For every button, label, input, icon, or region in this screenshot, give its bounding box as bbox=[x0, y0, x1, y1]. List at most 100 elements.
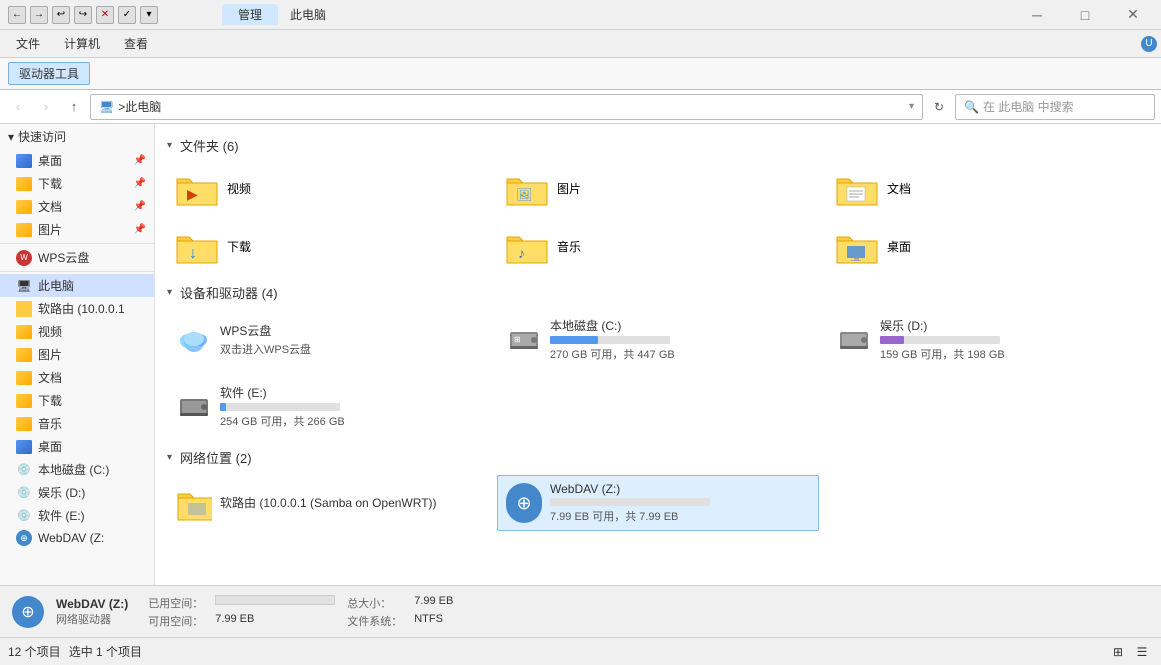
sidebar-item-label: 娱乐 (D:) bbox=[38, 484, 85, 501]
search-box[interactable]: 🔍 在 此电脑 中搜索 bbox=[955, 94, 1155, 120]
videos-icon bbox=[16, 325, 32, 339]
disk-d-icon: 💿 bbox=[16, 485, 32, 501]
active-tab[interactable]: 管理 bbox=[222, 4, 278, 25]
sidebar-item-downloads[interactable]: 下载 📌 bbox=[0, 172, 154, 195]
nav-back-button[interactable]: ‹ bbox=[6, 95, 30, 119]
svg-text:♪: ♪ bbox=[518, 245, 525, 261]
search-placeholder: 在 此电脑 中搜索 bbox=[983, 98, 1074, 115]
folder-desktop-icon bbox=[835, 227, 879, 265]
grid-view-button[interactable]: ⊞ bbox=[1107, 641, 1129, 663]
devices-title: 设备和驱动器 (4) bbox=[180, 283, 278, 302]
network-item-router[interactable]: 软路由 (10.0.0.1 (Samba on OpenWRT)) bbox=[167, 475, 489, 531]
folders-grid: ▶ 视频 🖼 图片 bbox=[167, 163, 1149, 271]
free-label: 可用空间： bbox=[148, 613, 203, 629]
user-icon: U bbox=[1141, 36, 1157, 52]
sidebar-item-c[interactable]: 💿 本地磁盘 (C:) bbox=[0, 458, 154, 481]
devices-chevron[interactable]: ▾ bbox=[167, 287, 172, 298]
drive-size: 254 GB 可用，共 266 GB bbox=[220, 413, 480, 429]
ribbon: 驱动器工具 bbox=[0, 58, 1161, 90]
folder-item-desktop[interactable]: 桌面 bbox=[827, 221, 1149, 271]
folder-item-video[interactable]: ▶ 视频 bbox=[167, 163, 489, 213]
folder-item-docs[interactable]: 文档 bbox=[827, 163, 1149, 213]
menu-view[interactable]: 查看 bbox=[112, 33, 160, 54]
sidebar-item-docs[interactable]: 文档 📌 bbox=[0, 195, 154, 218]
address-box[interactable]: 🖥 > 此电脑 ▾ bbox=[90, 94, 923, 120]
infobar: ⊕ WebDAV (Z:) 网络驱动器 已用空间： 总大小： 7.99 EB 可… bbox=[0, 585, 1161, 637]
sidebar-separator2 bbox=[0, 271, 154, 272]
nav-up-button[interactable]: ↑ bbox=[62, 95, 86, 119]
sidebar-item-pictures[interactable]: 图片 📌 bbox=[0, 218, 154, 241]
drive-item-c[interactable]: ⊞ 本地磁盘 (C:) 270 GB 可用，共 447 GB bbox=[497, 310, 819, 369]
folder-item-download[interactable]: ↓ 下载 bbox=[167, 221, 489, 271]
drive-name: WPS云盘 bbox=[220, 322, 480, 339]
sidebar-item-videos[interactable]: 视频 bbox=[0, 320, 154, 343]
close-button[interactable]: ✕ bbox=[1113, 1, 1153, 29]
infobar-bar-container bbox=[215, 595, 335, 605]
close-icon[interactable]: ✕ bbox=[96, 6, 114, 24]
sidebar-item-desktop[interactable]: 桌面 📌 bbox=[0, 149, 154, 172]
sidebar-item-label: 下载 bbox=[38, 175, 62, 192]
sidebar-item-music[interactable]: 音乐 bbox=[0, 412, 154, 435]
content-area: ▾ 文件夹 (6) ▶ 视频 🖼 图片 bbox=[155, 124, 1161, 585]
sidebar-item-d[interactable]: 💿 娱乐 (D:) bbox=[0, 481, 154, 504]
sidebar-separator bbox=[0, 243, 154, 244]
back-icon[interactable]: ← bbox=[8, 6, 26, 24]
folder-item-picture[interactable]: 🖼 图片 bbox=[497, 163, 819, 213]
sidebar-item-docs2[interactable]: 文档 bbox=[0, 366, 154, 389]
drive-item-wps[interactable]: WPS云盘 双击进入WPS云盘 bbox=[167, 310, 489, 369]
minimize-button[interactable]: ─ bbox=[1017, 1, 1057, 29]
checkmark-icon[interactable]: ✓ bbox=[118, 6, 136, 24]
refresh-button[interactable]: ↻ bbox=[927, 95, 951, 119]
sidebar-item-label: 图片 bbox=[38, 346, 62, 363]
sidebar-item-router[interactable]: 软路由 (10.0.0.1 bbox=[0, 297, 154, 320]
network-item-webdav[interactable]: ⊕ WebDAV (Z:) 7.99 EB 可用，共 7.99 EB bbox=[497, 475, 819, 531]
list-view-button[interactable]: ☰ bbox=[1131, 641, 1153, 663]
titlebar-subtitle: 此电脑 bbox=[290, 6, 326, 23]
drive-item-d[interactable]: 娱乐 (D:) 159 GB 可用，共 198 GB bbox=[827, 310, 1149, 369]
network-section-header: ▾ 网络位置 (2) bbox=[167, 448, 1149, 467]
sidebar-item-webdav[interactable]: ⊕ WebDAV (Z: bbox=[0, 527, 154, 549]
ribbon-driver-tools[interactable]: 驱动器工具 bbox=[8, 62, 90, 85]
folder-item-music[interactable]: ♪ 音乐 bbox=[497, 221, 819, 271]
infobar-type: 网络驱动器 bbox=[56, 611, 128, 627]
svg-text:▶: ▶ bbox=[187, 186, 198, 202]
network-chevron[interactable]: ▾ bbox=[167, 452, 172, 463]
sidebar-item-label: 桌面 bbox=[38, 438, 62, 455]
drive-name: 软件 (E:) bbox=[220, 384, 480, 401]
sidebar-item-pics[interactable]: 图片 bbox=[0, 343, 154, 366]
sidebar-item-dl[interactable]: 下载 bbox=[0, 389, 154, 412]
sidebar-item-wps[interactable]: W WPS云盘 bbox=[0, 246, 154, 269]
fs-value: NTFS bbox=[414, 613, 453, 629]
chevron-right-icon: ▾ bbox=[8, 130, 14, 144]
dl-icon bbox=[16, 394, 32, 408]
menu-file[interactable]: 文件 bbox=[4, 33, 52, 54]
sidebar-item-e[interactable]: 💿 软件 (E:) bbox=[0, 504, 154, 527]
disk-c-icon: 💿 bbox=[16, 462, 32, 478]
wps-info: WPS云盘 双击进入WPS云盘 bbox=[220, 322, 480, 357]
menu-computer[interactable]: 计算机 bbox=[52, 33, 112, 54]
nav-forward-button[interactable]: › bbox=[34, 95, 58, 119]
sidebar-item-label: 软路由 (10.0.0.1 bbox=[38, 300, 125, 317]
down-icon[interactable]: ▾ bbox=[140, 6, 158, 24]
redo-icon[interactable]: ↪ bbox=[74, 6, 92, 24]
sidebar-item-thispc[interactable]: 🖥 此电脑 bbox=[0, 274, 154, 297]
quick-access-header[interactable]: ▾ 快速访问 bbox=[0, 124, 154, 149]
router-icon bbox=[176, 485, 212, 521]
maximize-button[interactable]: □ bbox=[1065, 1, 1105, 29]
folder-label: 桌面 bbox=[887, 238, 911, 255]
sidebar-item-label: 图片 bbox=[38, 221, 62, 238]
folders-chevron[interactable]: ▾ bbox=[167, 140, 172, 151]
drive-item-e[interactable]: 软件 (E:) 254 GB 可用，共 266 GB bbox=[167, 377, 489, 436]
webdav-drive-icon: ⊕ bbox=[506, 485, 542, 521]
desktop-icon bbox=[16, 154, 32, 168]
folder-label: 文档 bbox=[887, 180, 911, 197]
sidebar-item-label: 下载 bbox=[38, 392, 62, 409]
forward-icon[interactable]: → bbox=[30, 6, 48, 24]
dropdown-icon[interactable]: ▾ bbox=[909, 101, 914, 112]
undo-icon[interactable]: ↩ bbox=[52, 6, 70, 24]
sidebar-item-desktop2[interactable]: 桌面 bbox=[0, 435, 154, 458]
sidebar-item-label: WebDAV (Z: bbox=[38, 531, 104, 545]
wps-cloud-icon bbox=[176, 322, 212, 358]
sidebar: ▾ 快速访问 桌面 📌 下载 📌 文档 📌 图片 📌 W WPS云盘 bbox=[0, 124, 155, 585]
folder-docs-icon bbox=[835, 169, 879, 207]
